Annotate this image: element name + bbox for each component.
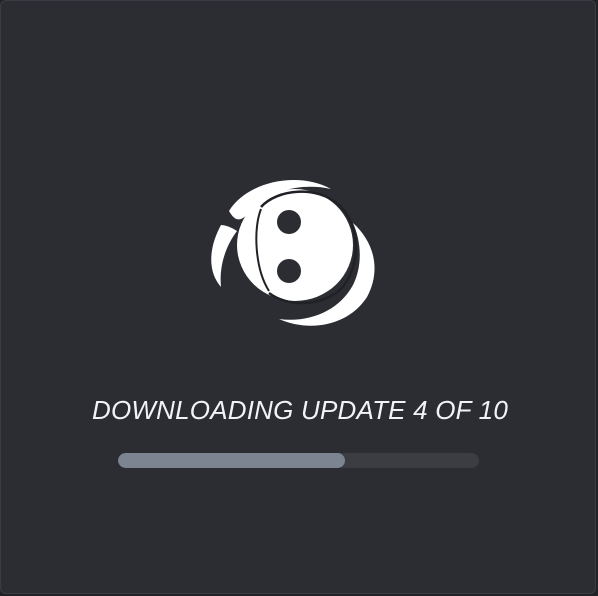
- logo-face: [237, 189, 353, 301]
- logo-eye-top: [277, 210, 301, 234]
- logo-swirl-left: [211, 225, 237, 287]
- update-status-text: DOWNLOADING UPDATE 4 OF 10: [92, 395, 508, 425]
- download-progress-bar: [118, 453, 479, 468]
- logo-eye-bottom: [277, 259, 301, 283]
- download-progress-fill: [118, 453, 346, 468]
- updater-window: DOWNLOADING UPDATE 4 OF 10: [0, 0, 596, 594]
- discord-swirl-logo-icon: [211, 180, 375, 326]
